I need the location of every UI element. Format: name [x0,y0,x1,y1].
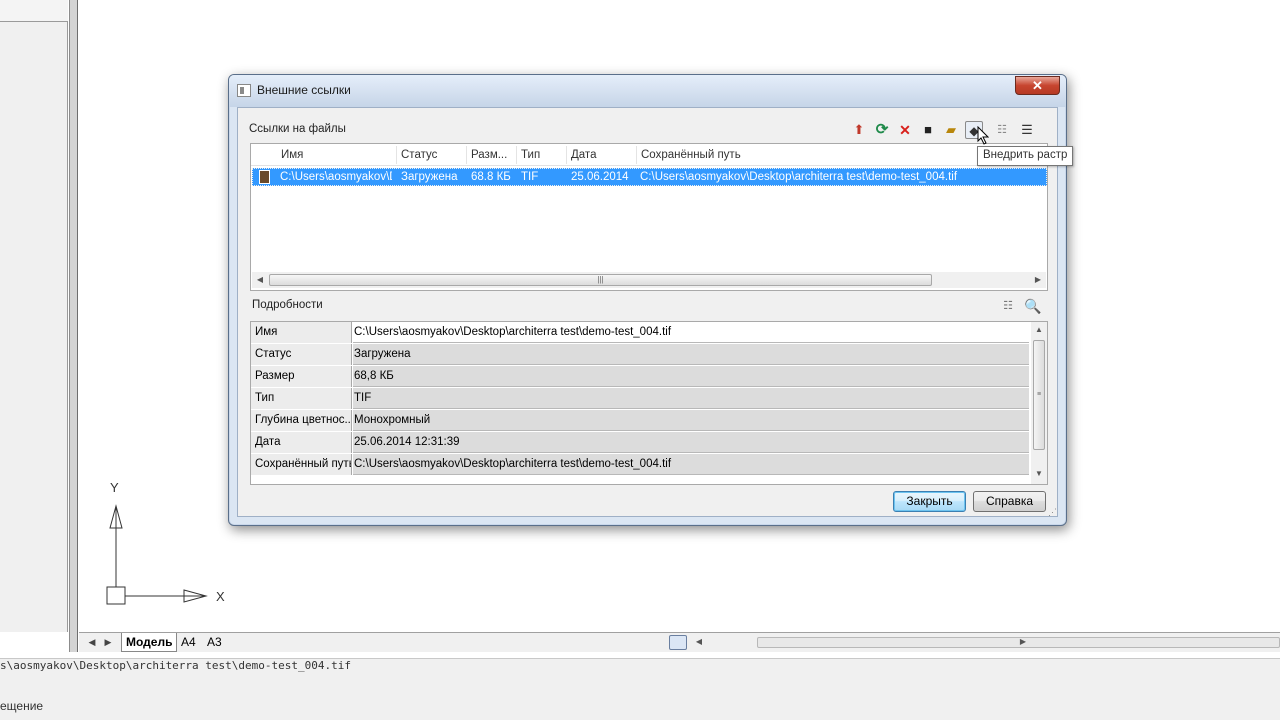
delete-icon[interactable]: ✕ [896,121,914,139]
command-history-line: ещение [0,699,44,713]
file-list-header: Имя Статус Разм... Тип Дата Сохранённый … [251,144,1047,166]
scrollbar-thumb[interactable]: ≡ [1033,340,1045,450]
property-value: Загружена [353,344,1029,365]
property-name: Статус [251,344,352,365]
ucs-axis-icon: Y X [106,480,225,605]
tab-scroll-right-icon[interactable]: ▶ [101,635,115,649]
tab-a3[interactable]: A3 [203,633,226,652]
external-references-dialog: Внешние ссылки ✕ Ссылки на файлы ⬆ ⟳ ✕ ■… [228,74,1067,526]
mouse-pointer-icon [977,126,989,145]
property-row[interactable]: Дата 25.06.2014 12:31:39 [251,432,1029,454]
layout-switch-icon[interactable] [669,635,687,650]
property-value: 68,8 КБ [353,366,1029,387]
tab-scroll-left-icon[interactable]: ◀ [85,635,99,649]
command-line-window[interactable]: s\aosmyakov\Desktop\architerra test\demo… [0,658,1280,720]
raster-file-icon [259,170,270,184]
property-value: C:\Users\aosmyakov\Desktop\architerra te… [353,454,1029,475]
command-history-line: s\aosmyakov\Desktop\architerra test\demo… [0,659,351,672]
column-header-date[interactable]: Дата [571,149,596,161]
scroll-down-icon[interactable]: ▼ [1033,468,1045,480]
layout-tab-bar: ◀ ▶ Модель A4 A3 ◀ ▶ [79,632,1280,652]
tab-model[interactable]: Модель [121,633,178,652]
column-divider[interactable] [566,146,567,164]
cell-saved-path: C:\Users\aosmyakov\Desktop\architerra te… [640,171,958,183]
help-button[interactable]: Справка [973,491,1046,512]
ucs-x-label: X [216,589,225,604]
property-row[interactable]: Размер 68,8 КБ [251,366,1029,388]
scroll-right-icon[interactable]: ▶ [1017,636,1029,648]
property-value: TIF [353,388,1029,409]
details-property-grid[interactable]: Имя C:\Users\aosmyakov\Desktop\architerr… [250,321,1048,485]
column-divider[interactable] [396,146,397,164]
scroll-left-icon[interactable]: ◀ [693,636,705,648]
dialog-titlebar[interactable]: Внешние ссылки ✕ [229,75,1066,107]
property-name: Глубина цветнос... [251,410,352,431]
property-name: Дата [251,432,352,453]
cell-type: TIF [521,171,539,183]
column-header-name[interactable]: Имя [281,149,303,161]
cell-size: 68.8 КБ [471,171,511,183]
window-frame-divider [69,0,78,660]
property-row[interactable]: Тип TIF [251,388,1029,410]
cell-status: Загружена [401,171,458,183]
open-folder-icon[interactable]: ▰ [942,121,960,139]
property-name: Имя [251,322,352,343]
column-divider[interactable] [516,146,517,164]
list-view-icon[interactable]: ☷ [993,121,1011,139]
cell-name: C:\Users\aosmyakov\D [280,171,392,183]
app-window-icon [237,84,251,97]
save-icon[interactable]: ■ [919,121,937,139]
preview-search-icon[interactable]: 🔍 [1024,298,1042,316]
cell-date: 25.06.2014 [571,171,629,183]
column-divider[interactable] [466,146,467,164]
details-label: Подробности [252,299,323,311]
details-list-view-icon[interactable]: ☷ [1000,298,1016,314]
left-palette [0,0,68,632]
property-name: Размер [251,366,352,387]
drawing-horizontal-scrollbar[interactable]: ◀ ▶ [691,634,1280,651]
embed-raster-tooltip: Внедрить растр [977,146,1074,166]
close-icon[interactable]: ✕ [1015,76,1060,95]
scroll-up-icon[interactable]: ▲ [1033,324,1045,336]
column-header-size[interactable]: Разм... [471,149,507,161]
column-divider[interactable] [636,146,637,164]
property-row[interactable]: Сохранённый путь C:\Users\aosmyakov\Desk… [251,454,1029,476]
ucs-y-label: Y [110,480,119,495]
property-row[interactable]: Имя C:\Users\aosmyakov\Desktop\architerr… [251,322,1029,344]
resize-grip-icon[interactable]: ⋰ [1048,507,1060,519]
property-value: Монохромный [353,410,1029,431]
file-list-horizontal-scrollbar[interactable]: ◀ ||| ▶ [252,272,1046,288]
reload-icon[interactable]: ⟳ [873,121,891,139]
tab-a4[interactable]: A4 [177,633,200,652]
column-header-status[interactable]: Статус [401,149,437,161]
file-references-list[interactable]: Имя Статус Разм... Тип Дата Сохранённый … [250,143,1048,291]
property-value: 25.06.2014 12:31:39 [353,432,1029,453]
tree-view-icon[interactable]: ☰ [1018,121,1036,139]
attach-icon[interactable]: ⬆ [850,121,868,139]
column-header-saved-path[interactable]: Сохранённый путь [641,149,741,161]
property-row[interactable]: Статус Загружена [251,344,1029,366]
details-header: Подробности ☷ 🔍 [250,295,1048,319]
details-vertical-scrollbar[interactable]: ▲ ≡ ▼ [1031,322,1047,484]
property-name: Тип [251,388,352,409]
dialog-title: Внешние ссылки [257,83,351,97]
scrollbar-thumb[interactable]: ||| [269,274,932,286]
property-name: Сохранённый путь [251,454,352,475]
scroll-right-icon[interactable]: ▶ [1032,274,1044,286]
scroll-left-icon[interactable]: ◀ [254,274,266,286]
left-palette-header [0,0,68,22]
table-row[interactable]: C:\Users\aosmyakov\D Загружена 68.8 КБ T… [252,168,1047,186]
column-header-type[interactable]: Тип [521,149,540,161]
property-row[interactable]: Глубина цветнос... Монохромный [251,410,1029,432]
file-references-label: Ссылки на файлы [249,123,346,135]
file-references-header: Ссылки на файлы ⬆ ⟳ ✕ ■ ▰ ◆ ☷ ☰ [240,117,1048,143]
close-button[interactable]: Закрыть [893,491,966,512]
property-value: C:\Users\aosmyakov\Desktop\architerra te… [353,322,1029,343]
